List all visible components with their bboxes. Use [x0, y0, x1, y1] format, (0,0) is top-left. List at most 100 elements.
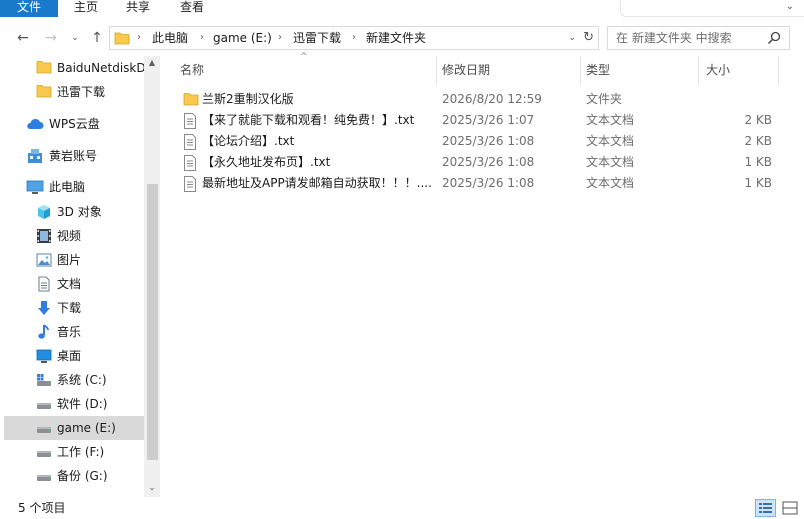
- address-dropdown-icon[interactable]: ⌄: [568, 27, 576, 49]
- folder-icon: [183, 92, 199, 109]
- sidebar-item-videos[interactable]: 视频: [4, 224, 144, 248]
- breadcrumb-xunlei-downloads[interactable]: 迅雷下载: [293, 27, 341, 49]
- breadcrumb-separator[interactable]: ›: [137, 27, 141, 49]
- sidebar-item-label: BaiduNetdiskD: [57, 61, 146, 75]
- refresh-icon[interactable]: ↻: [583, 27, 594, 49]
- sidebar-scrollbar[interactable]: ▲ ⌄: [144, 56, 160, 497]
- file-row[interactable]: 兰斯2重制汉化版 2026/8/20 12:59 文件夹: [178, 89, 778, 110]
- file-type: 文本文档: [586, 176, 635, 190]
- sidebar-item-label: 备份 (G:): [57, 469, 108, 483]
- scrollbar-thumb[interactable]: [147, 184, 158, 460]
- tab-home[interactable]: 主页: [64, 0, 108, 17]
- desktop-icon: [36, 348, 52, 367]
- column-divider[interactable]: [580, 56, 581, 84]
- ribbon-expand-icon[interactable]: ⌄: [786, 1, 794, 12]
- sidebar-item-huangyan-account[interactable]: 黄岩账号: [4, 144, 144, 168]
- file-size: 1 KB: [744, 155, 772, 169]
- sidebar-item-work-f[interactable]: 工作 (F:): [4, 440, 144, 464]
- breadcrumb-separator[interactable]: ›: [352, 27, 356, 49]
- sidebar-item-backup-g[interactable]: 备份 (G:): [4, 464, 144, 488]
- sidebar-item-game-e[interactable]: game (E:): [4, 416, 144, 440]
- tab-file[interactable]: 文件: [0, 0, 58, 17]
- forward-button[interactable]: →: [42, 29, 60, 47]
- file-type: 文本文档: [586, 113, 635, 127]
- sidebar-item-label: 软件 (D:): [57, 397, 108, 411]
- sidebar-item-label: game (E:): [57, 421, 116, 435]
- file-row[interactable]: 【来了就能下载和观看！纯免费！】.txt 2025/3/26 1:07 文本文档…: [178, 110, 778, 131]
- image-icon: [36, 252, 52, 271]
- file-row[interactable]: 【论坛介绍】.txt 2025/3/26 1:08 文本文档 2 KB: [178, 131, 778, 152]
- breadcrumb-new-folder[interactable]: 新建文件夹: [366, 27, 426, 49]
- sidebar-item-desktop[interactable]: 桌面: [4, 344, 144, 368]
- sidebar-item-label: WPS云盘: [49, 117, 100, 131]
- scroll-down-icon[interactable]: ⌄: [144, 483, 160, 493]
- item-count: 5 个项目: [18, 501, 66, 515]
- sidebar-item-3d-objects[interactable]: 3D 对象: [4, 200, 144, 224]
- breadcrumb-game-e[interactable]: game (E:): [213, 27, 272, 49]
- file-type: 文本文档: [586, 155, 635, 169]
- back-button[interactable]: ←: [14, 29, 32, 47]
- search-input[interactable]: 在 新建文件夹 中搜索: [616, 27, 732, 49]
- search-box[interactable]: 在 新建文件夹 中搜索: [607, 26, 790, 50]
- column-divider[interactable]: [698, 56, 699, 84]
- sidebar-item-music[interactable]: 音乐: [4, 320, 144, 344]
- details-view-icon[interactable]: [755, 499, 776, 517]
- column-divider[interactable]: [778, 56, 779, 84]
- file-size: 2 KB: [744, 134, 772, 148]
- sidebar-item-label: 黄岩账号: [49, 149, 98, 163]
- sidebar-item-baidunetdisk[interactable]: BaiduNetdiskD: [4, 56, 146, 80]
- file-row[interactable]: 最新地址及APP请发邮箱自动获取！！！.... 2025/3/26 1:08 文…: [178, 173, 778, 194]
- file-size: 2 KB: [744, 113, 772, 127]
- sidebar-item-label: 图片: [57, 253, 82, 267]
- column-divider[interactable]: [436, 56, 437, 84]
- sidebar-item-label: 系统 (C:): [57, 373, 107, 387]
- download-icon: [36, 300, 52, 319]
- file-type: 文件夹: [586, 92, 623, 106]
- music-icon: [36, 324, 52, 343]
- sidebar-item-label: 桌面: [57, 349, 82, 363]
- ribbon: 文件 主页 共享 查看 ⌄: [0, 0, 804, 17]
- file-type: 文本文档: [586, 134, 635, 148]
- drive-icon: [36, 444, 52, 463]
- navigation-bar: ← → ⌄ ↑ › 此电脑 › game (E:) › 迅雷下载 › 新建文件夹…: [0, 23, 804, 53]
- sidebar-item-downloads[interactable]: 下载: [4, 296, 144, 320]
- recent-locations-button[interactable]: ⌄: [66, 29, 84, 47]
- file-size: 1 KB: [744, 176, 772, 190]
- file-date: 2026/8/20 12:59: [442, 92, 542, 106]
- sidebar-item-label: 3D 对象: [57, 205, 102, 219]
- address-bar[interactable]: › 此电脑 › game (E:) › 迅雷下载 › 新建文件夹 ⌄ ↻: [109, 26, 599, 50]
- large-icons-view-icon[interactable]: [780, 499, 800, 517]
- cloud-icon: [26, 118, 44, 133]
- column-header-type[interactable]: 类型: [582, 56, 698, 84]
- breadcrumb-this-pc[interactable]: 此电脑: [152, 27, 188, 49]
- system-drive-icon: [36, 372, 52, 391]
- file-row[interactable]: 【永久地址发布页】.txt 2025/3/26 1:08 文本文档 1 KB: [178, 152, 778, 173]
- text-file-icon: [183, 155, 197, 174]
- sidebar-item-documents[interactable]: 文档: [4, 272, 144, 296]
- sidebar-item-label: 工作 (F:): [57, 445, 105, 459]
- sidebar-item-pictures[interactable]: 图片: [4, 248, 144, 272]
- column-header-name[interactable]: 名称: [176, 56, 436, 84]
- tab-share[interactable]: 共享: [116, 0, 160, 17]
- up-button[interactable]: ↑: [88, 29, 106, 47]
- cube-icon: [36, 204, 52, 223]
- sidebar-item-wps-cloud[interactable]: WPS云盘: [4, 112, 144, 136]
- column-header-size[interactable]: 大小: [702, 56, 778, 84]
- text-file-icon: [183, 113, 197, 132]
- sidebar-item-this-pc[interactable]: 此电脑: [4, 175, 144, 199]
- tab-view[interactable]: 查看: [170, 0, 214, 17]
- breadcrumb-separator[interactable]: ›: [200, 27, 204, 49]
- sidebar-item-system-c[interactable]: 系统 (C:): [4, 368, 144, 392]
- search-icon[interactable]: [767, 31, 781, 48]
- column-header-date[interactable]: 修改日期: [438, 56, 580, 84]
- sidebar-item-label: 下载: [57, 301, 82, 315]
- breadcrumb-separator[interactable]: ›: [278, 27, 282, 49]
- sidebar-item-xunlei-downloads[interactable]: 迅雷下载: [4, 80, 144, 104]
- file-name: 最新地址及APP请发邮箱自动获取！！！....: [202, 176, 432, 190]
- scroll-up-icon[interactable]: ▲: [144, 58, 160, 67]
- sidebar-item-software-d[interactable]: 软件 (D:): [4, 392, 144, 416]
- sidebar-item-label: 视频: [57, 229, 82, 243]
- text-file-icon: [183, 134, 197, 153]
- ribbon-expand-area: ⌄: [620, 0, 804, 17]
- file-date: 2025/3/26 1:08: [442, 134, 535, 148]
